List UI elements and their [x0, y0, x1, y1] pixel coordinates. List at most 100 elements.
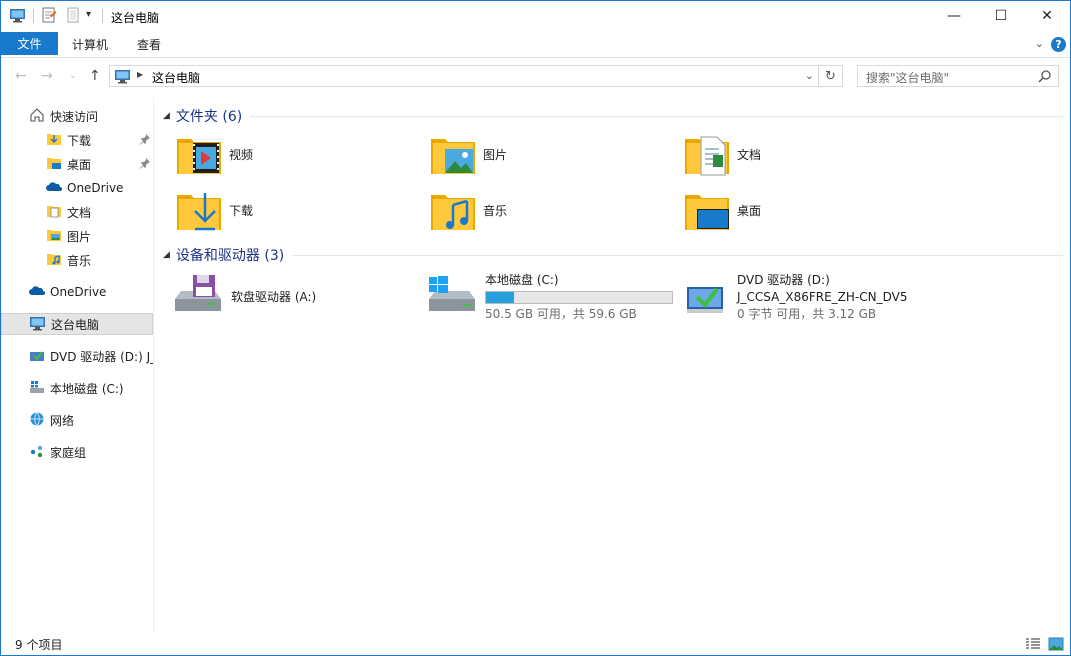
search-placeholder: 搜索"这台电脑"	[866, 71, 950, 85]
collapse-caret-icon[interactable]: ◢	[163, 111, 170, 121]
expand-ribbon-icon[interactable]: ⌄	[1035, 37, 1044, 50]
item-count: 9 个项目	[15, 638, 63, 652]
breadcrumb-this-pc[interactable]: 这台电脑	[152, 69, 200, 86]
homegroup-icon	[29, 443, 45, 462]
recent-locations-icon[interactable]: ⌄	[69, 71, 77, 81]
nav-item-label: 下载	[67, 133, 92, 148]
downloads-folder-icon	[175, 185, 223, 236]
nav-network[interactable]: 网络	[1, 409, 153, 431]
folder-tile-downloads[interactable]: 下载	[175, 185, 253, 235]
nav-item-label: 音乐	[67, 253, 92, 268]
explorer-window: ▾ 这台电脑 — ☐ ✕ 文件 计算机 查看 ⌄ ? ← → ⌄ ↑ ▶ 这台电…	[0, 0, 1071, 656]
nav-item-label: 图片	[67, 229, 92, 244]
address-dropdown-icon[interactable]: ⌄	[805, 69, 814, 82]
large-icons-view-icon[interactable]	[1048, 637, 1064, 654]
pin-icon[interactable]	[139, 133, 151, 148]
minimize-button[interactable]: —	[931, 1, 977, 31]
tile-label: 视频	[229, 147, 254, 162]
folder-tile-music[interactable]: 音乐	[429, 185, 507, 235]
videos-folder-icon	[175, 129, 223, 180]
collapse-caret-icon[interactable]: ◢	[163, 250, 170, 260]
drive-info: DVD 驱动器 (D:) J_CCSA_X86FRE_ZH-CN_DV5 0 字…	[737, 272, 907, 323]
group-title: 设备和驱动器 (3)	[175, 248, 285, 264]
nav-item-label: 快速访问	[50, 109, 99, 124]
title-bar: ▾ 这台电脑 — ☐ ✕	[1, 1, 1070, 32]
tab-view[interactable]: 查看	[137, 36, 161, 53]
drive-tile-floppy[interactable]: 软盘驱动器 (A:)	[173, 272, 316, 322]
nav-item-desktop[interactable]: 桌面	[1, 153, 153, 175]
tab-computer[interactable]: 计算机	[72, 36, 108, 53]
drive-tile-local-c[interactable]: 本地磁盘 (C:) 50.5 GB 可用，共 59.6 GB	[427, 272, 673, 322]
search-icon[interactable]	[1038, 69, 1052, 86]
group-title: 文件夹 (6)	[175, 109, 243, 125]
music-folder-icon	[429, 185, 477, 236]
content-pane: ◢ 文件夹 (6) 视频 图片 文档 下载 音乐 桌面 ◢ 设备和驱动器 (3)…	[159, 97, 1069, 632]
nav-item-documents[interactable]: 文档	[1, 201, 153, 223]
tile-label: 图片	[483, 147, 508, 162]
drive-name: 本地磁盘 (C:)	[485, 272, 559, 287]
nav-homegroup[interactable]: 家庭组	[1, 441, 153, 463]
drive-info: 软盘驱动器 (A:)	[231, 289, 316, 306]
search-input[interactable]: 搜索"这台电脑"	[857, 65, 1059, 87]
tile-label: 音乐	[483, 203, 508, 218]
refresh-button[interactable]: ↻	[819, 65, 843, 87]
refresh-icon: ↻	[825, 68, 836, 84]
address-bar[interactable]: ▶ 这台电脑 ⌄	[109, 65, 819, 87]
nav-item-pictures[interactable]: 图片	[1, 225, 153, 247]
customize-toolbar-icon[interactable]: ▾	[86, 9, 91, 20]
divider	[250, 115, 1063, 117]
local-disk-icon	[29, 379, 45, 398]
folder-tile-documents[interactable]: 文档	[683, 129, 761, 179]
drive-name: 软盘驱动器 (A:)	[231, 289, 317, 304]
maximize-button[interactable]: ☐	[978, 1, 1024, 31]
up-arrow-icon[interactable]: ↑	[89, 68, 101, 84]
back-arrow-icon[interactable]: ←	[15, 68, 27, 84]
nav-item-label: DVD 驱动器 (D:) J_	[50, 349, 153, 364]
nav-item-label: 桌面	[67, 157, 92, 172]
folder-tile-videos[interactable]: 视频	[175, 129, 253, 179]
nav-quick-access[interactable]: 快速访问	[1, 105, 153, 127]
folder-tile-pictures[interactable]: 图片	[429, 129, 507, 179]
pictures-folder-icon	[429, 129, 477, 180]
close-button[interactable]: ✕	[1024, 1, 1070, 31]
drive-info: 本地磁盘 (C:) 50.5 GB 可用，共 59.6 GB	[485, 272, 673, 323]
group-header-folders[interactable]: ◢ 文件夹 (6)	[163, 106, 1063, 126]
star-icon	[29, 107, 45, 126]
group-header-devices[interactable]: ◢ 设备和驱动器 (3)	[163, 245, 1063, 265]
pictures-folder-icon	[46, 227, 62, 246]
nav-item-onedrive-quick[interactable]: OneDrive	[1, 177, 153, 199]
onedrive-icon	[46, 179, 62, 198]
nav-onedrive[interactable]: OneDrive	[1, 281, 153, 303]
music-folder-icon	[46, 251, 62, 270]
computer-icon	[29, 315, 46, 334]
computer-icon[interactable]	[9, 7, 26, 26]
tile-label: 下载	[229, 203, 254, 218]
nav-dvd-drive[interactable]: DVD 驱动器 (D:) J_	[1, 345, 153, 367]
toolbar-separator	[102, 9, 103, 23]
dvd-drive-icon	[29, 347, 45, 366]
nav-item-label: OneDrive	[50, 285, 107, 299]
divider	[292, 254, 1063, 256]
help-icon[interactable]: ?	[1051, 37, 1066, 52]
local-disk-icon	[427, 273, 477, 322]
nav-local-disk[interactable]: 本地磁盘 (C:)	[1, 377, 153, 399]
nav-item-music[interactable]: 音乐	[1, 249, 153, 271]
properties-icon[interactable]	[41, 7, 57, 26]
drive-usage-fill	[486, 291, 515, 303]
nav-item-label: 本地磁盘 (C:)	[50, 381, 124, 396]
tab-file[interactable]: 文件	[1, 32, 58, 55]
folder-tile-desktop[interactable]: 桌面	[683, 185, 761, 235]
breadcrumb-chevron-icon[interactable]: ▶	[137, 70, 143, 79]
ribbon-tabs: 文件 计算机 查看 ⌄ ?	[1, 32, 1070, 58]
details-view-icon[interactable]	[1025, 637, 1041, 654]
drive-tile-dvd[interactable]: DVD 驱动器 (D:) J_CCSA_X86FRE_ZH-CN_DV5 0 字…	[683, 272, 907, 322]
nav-item-downloads[interactable]: 下载	[1, 129, 153, 151]
download-folder-icon	[46, 131, 62, 150]
nav-this-pc[interactable]: 这台电脑	[1, 313, 153, 335]
forward-arrow-icon[interactable]: →	[41, 68, 53, 84]
new-folder-icon[interactable]	[65, 7, 81, 26]
nav-item-label: 这台电脑	[51, 317, 100, 332]
pin-icon[interactable]	[139, 157, 151, 172]
drive-name: DVD 驱动器 (D:)	[737, 272, 830, 287]
drive-volume-label: J_CCSA_X86FRE_ZH-CN_DV5	[737, 289, 908, 304]
